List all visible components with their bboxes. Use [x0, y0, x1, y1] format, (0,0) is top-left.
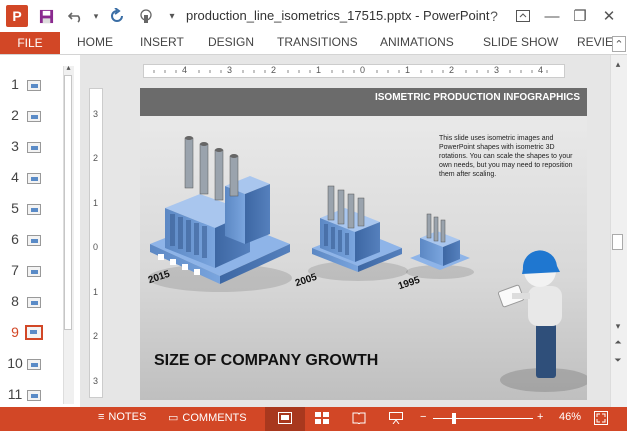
customize-icon[interactable]: ▾: [162, 6, 182, 26]
ruler-label: 4: [182, 65, 188, 75]
previous-slide-icon[interactable]: ⏶: [612, 336, 624, 348]
ruler-label: 1: [405, 65, 411, 75]
slide-thumbnail[interactable]: [27, 235, 41, 246]
tab-animations[interactable]: ANIMATIONS: [380, 35, 454, 49]
close-button[interactable]: ✕: [599, 6, 619, 26]
slide-sorter-icon[interactable]: [313, 410, 331, 426]
reading-view-icon[interactable]: [350, 410, 368, 426]
comment-icon: ▭: [168, 412, 179, 424]
thumbnail-number[interactable]: 6: [6, 231, 24, 247]
factory-2015-icon: [148, 136, 292, 292]
ruler-label: 3: [227, 65, 233, 75]
touch-mode-icon[interactable]: [136, 6, 156, 26]
slide-thumbnail[interactable]: [27, 266, 41, 277]
tab-slide-show[interactable]: SLIDE SHOW: [483, 35, 558, 49]
vertical-ruler: 3 2 1 0 1 2 3: [89, 88, 103, 398]
ruler-label: 2: [93, 331, 99, 341]
undo-dropdown-icon[interactable]: ▾: [86, 6, 106, 26]
slide-show-icon[interactable]: [387, 410, 405, 426]
worker-figure-icon: [497, 250, 587, 392]
thumbnail-number[interactable]: 11: [6, 386, 24, 402]
factory-1995-icon: [406, 213, 474, 279]
slide-thumbnail[interactable]: [27, 390, 41, 401]
thumbnail-number[interactable]: 4: [6, 169, 24, 185]
zoom-slider[interactable]: [433, 418, 533, 419]
slide-description[interactable]: This slide uses isometric images and Pow…: [439, 134, 574, 179]
slide-header-title[interactable]: ISOMETRIC PRODUCTION INFOGRAPHICS: [310, 92, 580, 103]
thumbnail-number[interactable]: 2: [6, 107, 24, 123]
slide-thumbnail[interactable]: [27, 173, 41, 184]
slide-thumbnail[interactable]: [27, 297, 41, 308]
ruler-label: 3: [93, 376, 99, 386]
thumbnail-number[interactable]: 5: [6, 200, 24, 216]
horizontal-ruler: 4 3 2 1 0 1 2 3 4: [143, 64, 565, 78]
slide-thumbnail[interactable]: [27, 359, 41, 370]
slide-thumbnail[interactable]: [27, 142, 41, 153]
slide-thumbnail[interactable]: [27, 204, 41, 215]
thumbnail-number[interactable]: 3: [6, 138, 24, 154]
thumbnail-number[interactable]: 10: [6, 355, 24, 371]
comments-label: COMMENTS: [182, 411, 247, 424]
thumbnail-number[interactable]: 8: [6, 293, 24, 309]
scroll-up-icon[interactable]: ▴: [612, 58, 624, 70]
thumbnail-scroll-thumb[interactable]: [64, 75, 72, 330]
slide-thumbnail[interactable]: [27, 80, 41, 91]
tab-design[interactable]: DESIGN: [208, 35, 254, 49]
tab-transitions[interactable]: TRANSITIONS: [277, 35, 358, 49]
notes-label: NOTES: [108, 411, 147, 423]
restore-button[interactable]: ❐: [570, 6, 590, 26]
thumbnail-scroll-up-icon[interactable]: ▴: [63, 63, 74, 74]
help-button[interactable]: ?: [484, 6, 504, 26]
thumbnail-number-active[interactable]: 9: [6, 324, 24, 340]
ruler-label: 3: [93, 109, 99, 119]
ruler-label: 0: [360, 65, 366, 75]
comments-button[interactable]: ▭ COMMENTS: [168, 411, 247, 425]
zoom-in-button[interactable]: +: [537, 411, 543, 423]
ruler-label: 3: [494, 65, 500, 75]
next-slide-icon[interactable]: ⏷: [612, 354, 624, 366]
notes-icon: ≡: [98, 411, 105, 423]
slide-heading[interactable]: SIZE OF COMPANY GROWTH: [154, 352, 378, 370]
thumbnail-number[interactable]: 7: [6, 262, 24, 278]
ruler-label: 0: [93, 242, 99, 252]
fit-slide-icon[interactable]: [592, 410, 610, 426]
ruler-label: 2: [449, 65, 455, 75]
ruler-label: 4: [538, 65, 544, 75]
ruler-label: 1: [93, 198, 99, 208]
ruler-label: 1: [316, 65, 322, 75]
tab-home[interactable]: HOME: [77, 35, 113, 49]
save-icon[interactable]: [36, 6, 56, 26]
scroll-down-icon[interactable]: ▾: [612, 320, 624, 332]
title-bar: P ▾ ▾ production_line_isometrics_17515.p…: [0, 0, 627, 32]
zoom-slider-knob[interactable]: [452, 413, 456, 424]
ribbon-display-icon[interactable]: [513, 6, 533, 26]
powerpoint-logo-icon: P: [6, 5, 28, 27]
slide-thumbnail-active[interactable]: [25, 325, 43, 340]
notes-button[interactable]: ≡ NOTES: [98, 411, 146, 423]
editor-scroll-thumb[interactable]: [612, 234, 623, 250]
window-title: production_line_isometrics_17515.pptx - …: [186, 8, 490, 23]
zoom-out-button[interactable]: −: [420, 411, 426, 423]
redo-icon[interactable]: [107, 6, 127, 26]
file-tab[interactable]: FILE: [0, 32, 60, 54]
undo-icon[interactable]: [66, 6, 86, 26]
tab-insert[interactable]: INSERT: [140, 35, 184, 49]
ruler-label: 2: [93, 153, 99, 163]
normal-view-icon: [276, 410, 294, 426]
ribbon-collapse-icon[interactable]: ⌃: [612, 36, 626, 52]
slide-thumbnail[interactable]: [27, 111, 41, 122]
ruler-label: 2: [271, 65, 277, 75]
minimize-button[interactable]: —: [542, 6, 562, 26]
ruler-label: 1: [93, 287, 99, 297]
zoom-level[interactable]: 46%: [559, 411, 581, 423]
factory-2005-icon: [308, 185, 408, 281]
thumbnail-number[interactable]: 1: [6, 76, 24, 92]
